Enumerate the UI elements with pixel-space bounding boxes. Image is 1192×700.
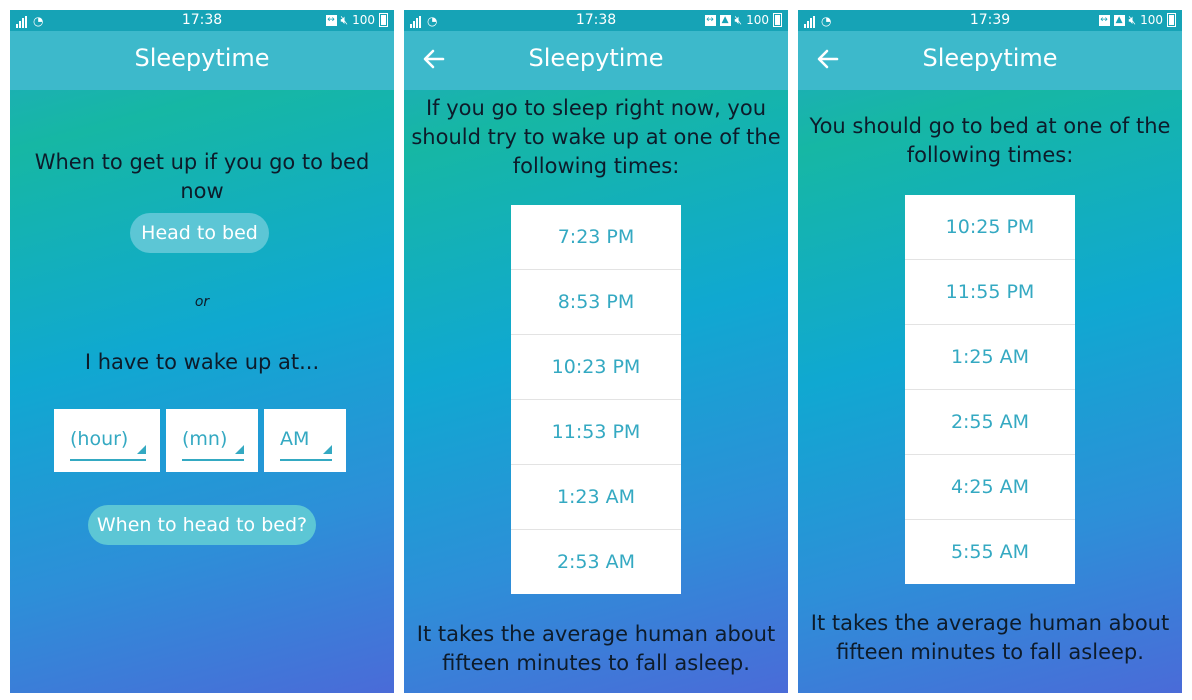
list-item[interactable]: 10:25 PM <box>905 195 1075 260</box>
app-title: Sleepytime <box>134 44 270 72</box>
status-bar: ◔ 17:38 ↔ ▲ 🔇︎ 100 <box>404 10 788 31</box>
bed-times-heading-line-2: following times: <box>906 143 1074 167</box>
battery-icon <box>1167 13 1176 27</box>
wake-times-heading-line-2: should try to wake up at one of the <box>411 125 781 149</box>
minute-select-value: (mn) <box>182 428 228 450</box>
dropdown-arrow-icon <box>137 445 146 454</box>
head-to-bed-button[interactable]: Head to bed <box>130 213 269 253</box>
mute-icon: 🔇︎ <box>734 13 743 27</box>
bed-times-list: 10:25 PM 11:55 PM 1:25 AM 2:55 AM 4:25 A… <box>905 195 1075 584</box>
list-item[interactable]: 11:55 PM <box>905 260 1075 325</box>
or-separator: or <box>194 294 210 310</box>
hour-select-value: (hour) <box>70 428 129 450</box>
list-item[interactable]: 4:25 AM <box>905 455 1075 520</box>
mute-icon: 🔇︎ <box>1128 13 1137 27</box>
sleep-info-line-1: It takes the average human about <box>810 611 1170 635</box>
home-screen: ◔ 17:38 ↔ 🔇︎ 100 Sleepytime When to get … <box>10 10 394 693</box>
when-to-head-to-bed-button[interactable]: When to head to bed? <box>88 505 316 545</box>
sleep-info-line-2: fifteen minutes to fall asleep. <box>442 651 750 675</box>
battery-level: 100 <box>746 13 769 27</box>
wake-times-heading-line-3: following times: <box>512 154 680 178</box>
dropdown-arrow-icon <box>323 445 332 454</box>
sleep-info-line-2: fifteen minutes to fall asleep. <box>836 640 1144 664</box>
title-bar: Sleepytime <box>798 31 1182 90</box>
wake-times-list: 7:23 PM 8:53 PM 10:23 PM 11:53 PM 1:23 A… <box>511 205 681 594</box>
status-bar: ◔ 17:38 ↔ 🔇︎ 100 <box>10 10 394 31</box>
list-item[interactable]: 1:25 AM <box>905 325 1075 390</box>
battery-level: 100 <box>352 13 375 27</box>
wake-up-prompt: I have to wake up at... <box>84 350 320 374</box>
dropdown-arrow-icon <box>235 445 244 454</box>
usb-icon: ↔ <box>325 14 337 26</box>
sleep-info-line-1: It takes the average human about <box>416 622 776 646</box>
app-title: Sleepytime <box>922 44 1058 72</box>
bedtime-now-prompt: When to get up if you go to bed now <box>34 150 370 203</box>
image-icon: ▲ <box>1113 14 1125 26</box>
mute-icon: 🔇︎ <box>340 13 349 27</box>
list-item[interactable]: 1:23 AM <box>511 465 681 530</box>
wake-times-screen: ◔ 17:38 ↔ ▲ 🔇︎ 100 Sleepytime If you go … <box>404 10 788 693</box>
usb-icon: ↔ <box>1098 14 1110 26</box>
bed-times-screen: ◔ 17:39 ↔ ▲ 🔇︎ 100 Sleepytime You should… <box>798 10 1182 693</box>
list-item[interactable]: 11:53 PM <box>511 400 681 465</box>
minute-select[interactable]: (mn) <box>166 409 258 472</box>
battery-level: 100 <box>1140 13 1163 27</box>
title-bar: Sleepytime <box>10 31 394 90</box>
status-bar: ◔ 17:39 ↔ ▲ 🔇︎ 100 <box>798 10 1182 31</box>
battery-icon <box>773 13 782 27</box>
usb-icon: ↔ <box>704 14 716 26</box>
app-title: Sleepytime <box>528 44 664 72</box>
bed-times-heading-line-1: You should go to bed at one of the <box>809 114 1171 138</box>
hour-select[interactable]: (hour) <box>54 409 160 472</box>
list-item[interactable]: 10:23 PM <box>511 335 681 400</box>
ampm-select-value: AM <box>280 428 310 450</box>
list-item[interactable]: 7:23 PM <box>511 205 681 270</box>
list-item[interactable]: 2:55 AM <box>905 390 1075 455</box>
wake-times-heading-line-1: If you go to sleep right now, you <box>425 96 767 120</box>
ampm-select[interactable]: AM <box>264 409 346 472</box>
title-bar: Sleepytime <box>404 31 788 90</box>
list-item[interactable]: 8:53 PM <box>511 270 681 335</box>
battery-icon <box>379 13 388 27</box>
image-icon: ▲ <box>719 14 731 26</box>
list-item[interactable]: 2:53 AM <box>511 530 681 594</box>
list-item[interactable]: 5:55 AM <box>905 520 1075 584</box>
